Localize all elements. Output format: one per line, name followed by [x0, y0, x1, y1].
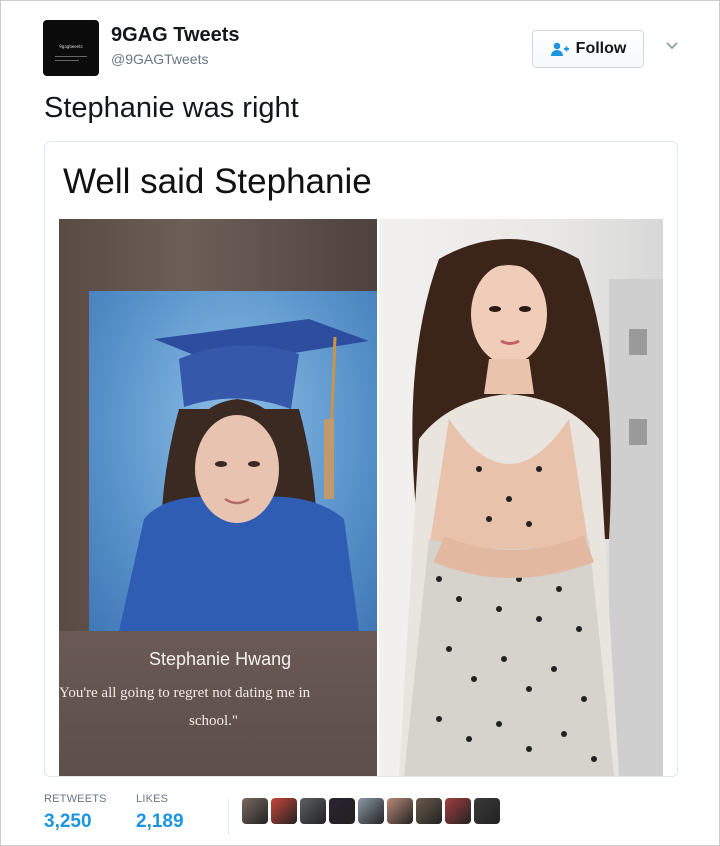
model-portrait [399, 239, 663, 776]
liker-avatar[interactable] [387, 798, 413, 824]
likes-count: 2,189 [136, 811, 184, 832]
account-avatar[interactable]: 9gagtweets [43, 20, 99, 76]
likes-stat[interactable]: LIKES 2,189 [136, 793, 184, 833]
liker-avatar[interactable] [300, 798, 326, 824]
liker-avatar[interactable] [445, 798, 471, 824]
meme-title: Well said Stephanie [63, 162, 372, 201]
tweet-text: Stephanie was right [44, 92, 299, 124]
avatar-decor-line [55, 56, 87, 57]
glamour-photo [379, 219, 663, 776]
liker-avatar[interactable] [358, 798, 384, 824]
account-name[interactable]: 9GAG Tweets [111, 24, 240, 47]
likes-label: LIKES [136, 793, 169, 805]
liker-avatar[interactable] [242, 798, 268, 824]
liker-avatar[interactable] [271, 798, 297, 824]
stats-divider [228, 799, 229, 835]
retweets-stat[interactable]: RETWEETS 3,250 [44, 793, 107, 833]
liker-avatar[interactable] [329, 798, 355, 824]
retweets-label: RETWEETS [44, 793, 107, 805]
liker-avatar[interactable] [474, 798, 500, 824]
liker-avatar[interactable] [416, 798, 442, 824]
yearbook-photo: Stephanie Hwang You're all going to regr… [59, 219, 377, 776]
avatar-decor-line [55, 60, 79, 61]
chevron-down-icon[interactable] [664, 38, 680, 54]
avatar-text: 9gagtweets [59, 44, 83, 49]
yearbook-quote-line: You're all going to regret not dating me… [59, 685, 311, 701]
media-card[interactable]: Well said Stephanie Stephanie Hwang You'… [44, 141, 678, 777]
follow-label: Follow [575, 40, 627, 57]
yearbook-name: Stephanie Hwang [149, 649, 292, 669]
retweets-count: 3,250 [44, 811, 92, 832]
liker-avatars [242, 798, 500, 824]
follow-button[interactable]: Follow [532, 30, 644, 68]
account-handle[interactable]: @9GAGTweets [111, 51, 208, 67]
add-user-icon [550, 42, 569, 56]
yearbook-quote-line: school." [189, 713, 239, 729]
